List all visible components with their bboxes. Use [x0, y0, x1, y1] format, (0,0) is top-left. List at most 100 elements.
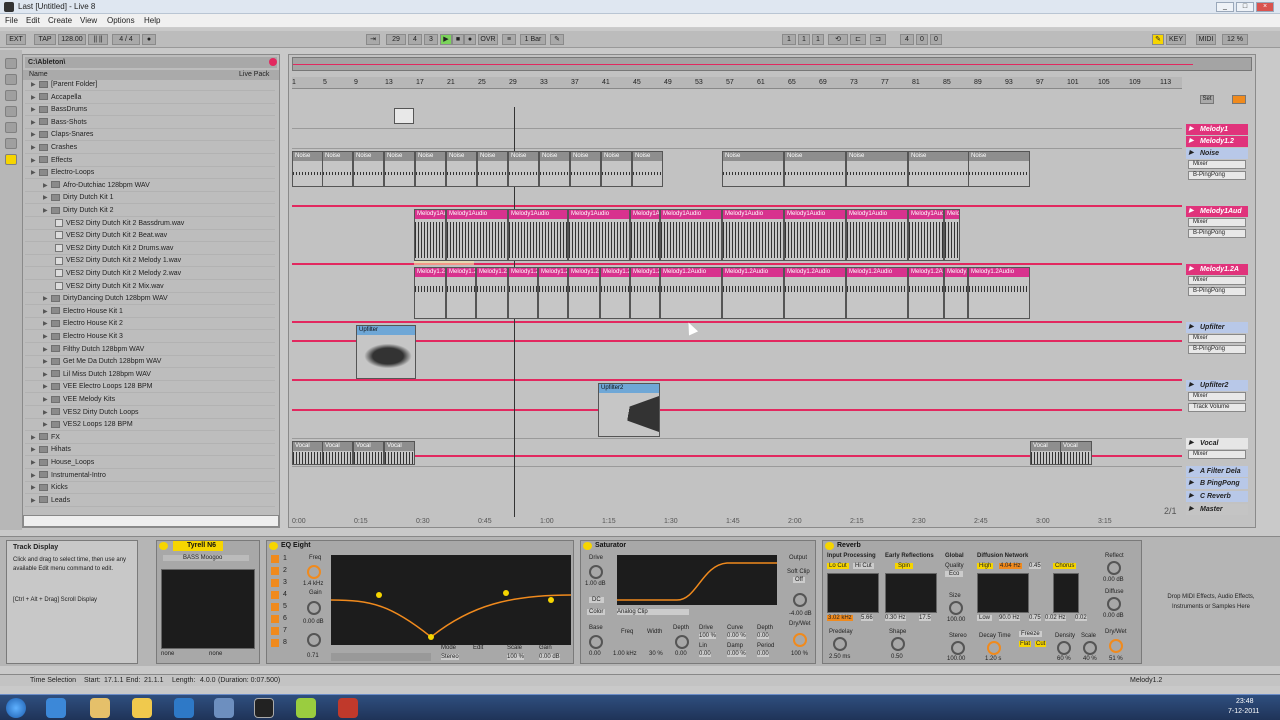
browser-item[interactable]: VES2 Dirty Dutch Kit 2 Drums.wav [25, 243, 275, 255]
rv-low-amount[interactable]: 0.02 [1075, 615, 1087, 621]
loop-length-beat[interactable]: 0 [916, 34, 928, 45]
browser-item[interactable]: ▶ Effects [25, 155, 275, 167]
sat-depth2-value[interactable]: 0.00 [757, 633, 769, 639]
browser-item[interactable]: ▶ Leads [25, 495, 275, 507]
browser-item[interactable]: ▶ Electro-Loops [25, 167, 275, 180]
draw-mode-icon[interactable]: ✎ [550, 34, 564, 45]
sat-freq-value[interactable]: 1.00 kHz [613, 651, 637, 657]
sat-period-value[interactable]: 0.00 [757, 651, 769, 657]
loop-switch[interactable]: ⟲ [828, 34, 848, 45]
expand-triangle-icon[interactable]: ▶ [31, 117, 39, 129]
track-send-select[interactable]: B-PingPong [1188, 171, 1246, 180]
sat-dc-button[interactable]: DC [589, 597, 604, 603]
track-mixer-select[interactable]: Mixer [1188, 218, 1246, 227]
rv-diffusion-display[interactable] [977, 573, 1029, 613]
track-mixer-select[interactable]: Mixer [1188, 334, 1246, 343]
tempo-field[interactable]: 128.00 [58, 34, 86, 45]
clip-noise[interactable]: Noise [415, 151, 446, 187]
sat-softclip-toggle[interactable]: Off [793, 577, 805, 583]
sat-depth-value[interactable]: 0.00 [675, 651, 687, 657]
clip-melody2-audio[interactable]: Melody1.2Audio [630, 267, 660, 319]
eq-band-button[interactable] [271, 555, 279, 563]
back-to-arrangement-button[interactable] [1232, 95, 1246, 104]
track-header[interactable]: ▶ A Filter Dela [1186, 466, 1248, 477]
rv-shape-knob[interactable] [891, 637, 905, 651]
track-send-select[interactable]: B-PingPong [1188, 229, 1246, 238]
clip-melody2-audio[interactable]: Melody1.2Audio [600, 267, 630, 319]
instrument-title[interactable]: Tyrell N6 [173, 541, 223, 551]
loop-start-sixteenth[interactable]: 1 [812, 34, 824, 45]
browser-path[interactable]: C:\Ableton\ [25, 57, 277, 68]
expand-triangle-icon[interactable]: ▶ [43, 331, 51, 343]
expand-triangle-icon[interactable]: ▶ [31, 79, 39, 91]
expand-triangle-icon[interactable]: ▶ [43, 369, 51, 381]
clip-noise[interactable]: Noise [292, 151, 323, 187]
track-mixer-select[interactable]: Mixer [1188, 160, 1246, 169]
browser-item[interactable]: ▶ VEE Electro Loops 128 BPM [25, 381, 275, 394]
rv-reflect-knob[interactable] [1107, 561, 1121, 575]
preset-name[interactable]: BASS Moogoo [163, 555, 249, 561]
rv-high-q[interactable]: 0.45 [1029, 563, 1041, 569]
rv-stereo-knob[interactable] [951, 641, 965, 655]
browser-item[interactable]: ▶ Electro House Kit 1 [25, 306, 275, 318]
folder-icon[interactable] [132, 698, 152, 718]
track-send-select[interactable]: Track Volume [1188, 403, 1246, 412]
quantize-icon[interactable]: ≡ [502, 34, 516, 45]
clip-vocal[interactable]: Vocal [292, 441, 323, 465]
track-header[interactable]: ▶ Melody1.2A [1186, 264, 1248, 275]
sat-damp-value[interactable]: 0.00 % [727, 651, 746, 657]
clock-time[interactable]: 23:48 [1236, 698, 1254, 705]
track-fold-icon[interactable]: ▶ [1189, 466, 1194, 477]
rv-size-knob[interactable] [949, 601, 963, 615]
clip-upfilter2[interactable]: Upfilter2 [598, 383, 660, 437]
browser-item[interactable]: ▶ Bass-Shots [25, 117, 275, 129]
maximize-button[interactable]: □ [1236, 2, 1254, 12]
track-lane-melody1[interactable] [292, 107, 1182, 129]
clip-melody-audio[interactable]: Melody1Audio [630, 209, 660, 261]
expand-triangle-icon[interactable]: ▶ [31, 482, 39, 494]
punch-in-button[interactable]: ⊏ [850, 34, 866, 45]
clip-noise[interactable]: Noise [322, 151, 353, 187]
app-icon-2[interactable] [214, 698, 234, 718]
clip-noise[interactable]: Noise [846, 151, 908, 187]
reverb-power-icon[interactable] [825, 542, 834, 550]
browser-item[interactable]: ▶ Hihats [25, 444, 275, 457]
track-header[interactable]: ▶ Melody1.2 [1186, 136, 1248, 147]
sat-drive-knob[interactable] [589, 565, 603, 579]
ableton-live-icon[interactable] [254, 698, 274, 718]
browser-folder3-icon[interactable] [5, 122, 17, 133]
set-button[interactable]: Set [1200, 95, 1214, 104]
clip-noise[interactable]: Noise [477, 151, 508, 187]
eq-mode-value[interactable]: Stereo [441, 654, 459, 660]
browser-item[interactable]: ▶ DirtyDancing Dutch 128bpm WAV [25, 293, 275, 306]
sat-depth-knob[interactable] [675, 635, 689, 649]
track-header[interactable]: ▶ Melody1Aud [1186, 206, 1248, 217]
play-button[interactable]: ▶ [440, 34, 452, 45]
expand-triangle-icon[interactable]: ▶ [43, 318, 51, 330]
rv-shape-value[interactable]: 0.50 [891, 654, 903, 660]
tap-tempo-button[interactable]: TAP [34, 34, 56, 45]
clip-melody2-audio[interactable]: Melody1.2Audio [568, 267, 600, 319]
expand-triangle-icon[interactable]: ▶ [31, 470, 39, 482]
time-ruler[interactable]: 0:00 0:15 0:30 0:45 1:00 1:15 1:30 1:45 2:00 2:15… [292, 516, 1182, 527]
track-header[interactable]: ▶ B PingPong [1186, 478, 1248, 489]
expand-triangle-icon[interactable]: ▶ [43, 419, 51, 431]
explorer-icon[interactable] [90, 698, 110, 718]
rv-er-shape[interactable]: 17.5 [919, 615, 931, 621]
track-header[interactable]: ▶ Noise [1186, 148, 1248, 159]
rv-chorus-button[interactable]: Chorus [1053, 563, 1077, 569]
track-header[interactable]: ▶ Melody1 [1186, 124, 1248, 135]
browser-item[interactable]: ▶ Filthy Dutch 128bpm WAV [25, 344, 275, 356]
track-fold-icon[interactable]: ▶ [1189, 322, 1194, 333]
clip-melody-audio[interactable]: Melody1Audio [846, 209, 908, 261]
browser-item[interactable]: ▶ VES2 Loops 128 BPM [25, 419, 275, 432]
eq-title[interactable]: EQ Eight [267, 541, 573, 551]
expand-triangle-icon[interactable]: ▶ [31, 495, 39, 507]
app-icon-1[interactable] [174, 698, 194, 718]
sat-drywet-value[interactable]: 100 % [791, 651, 808, 657]
clip-noise[interactable]: Noise [570, 151, 601, 187]
rv-flat-button[interactable]: Flat [1019, 641, 1032, 647]
clip-melody-audio[interactable]: Melody1Audio [446, 209, 508, 261]
rv-diffuse-knob[interactable] [1107, 597, 1121, 611]
clip-vocal[interactable]: Vocal [322, 441, 353, 465]
